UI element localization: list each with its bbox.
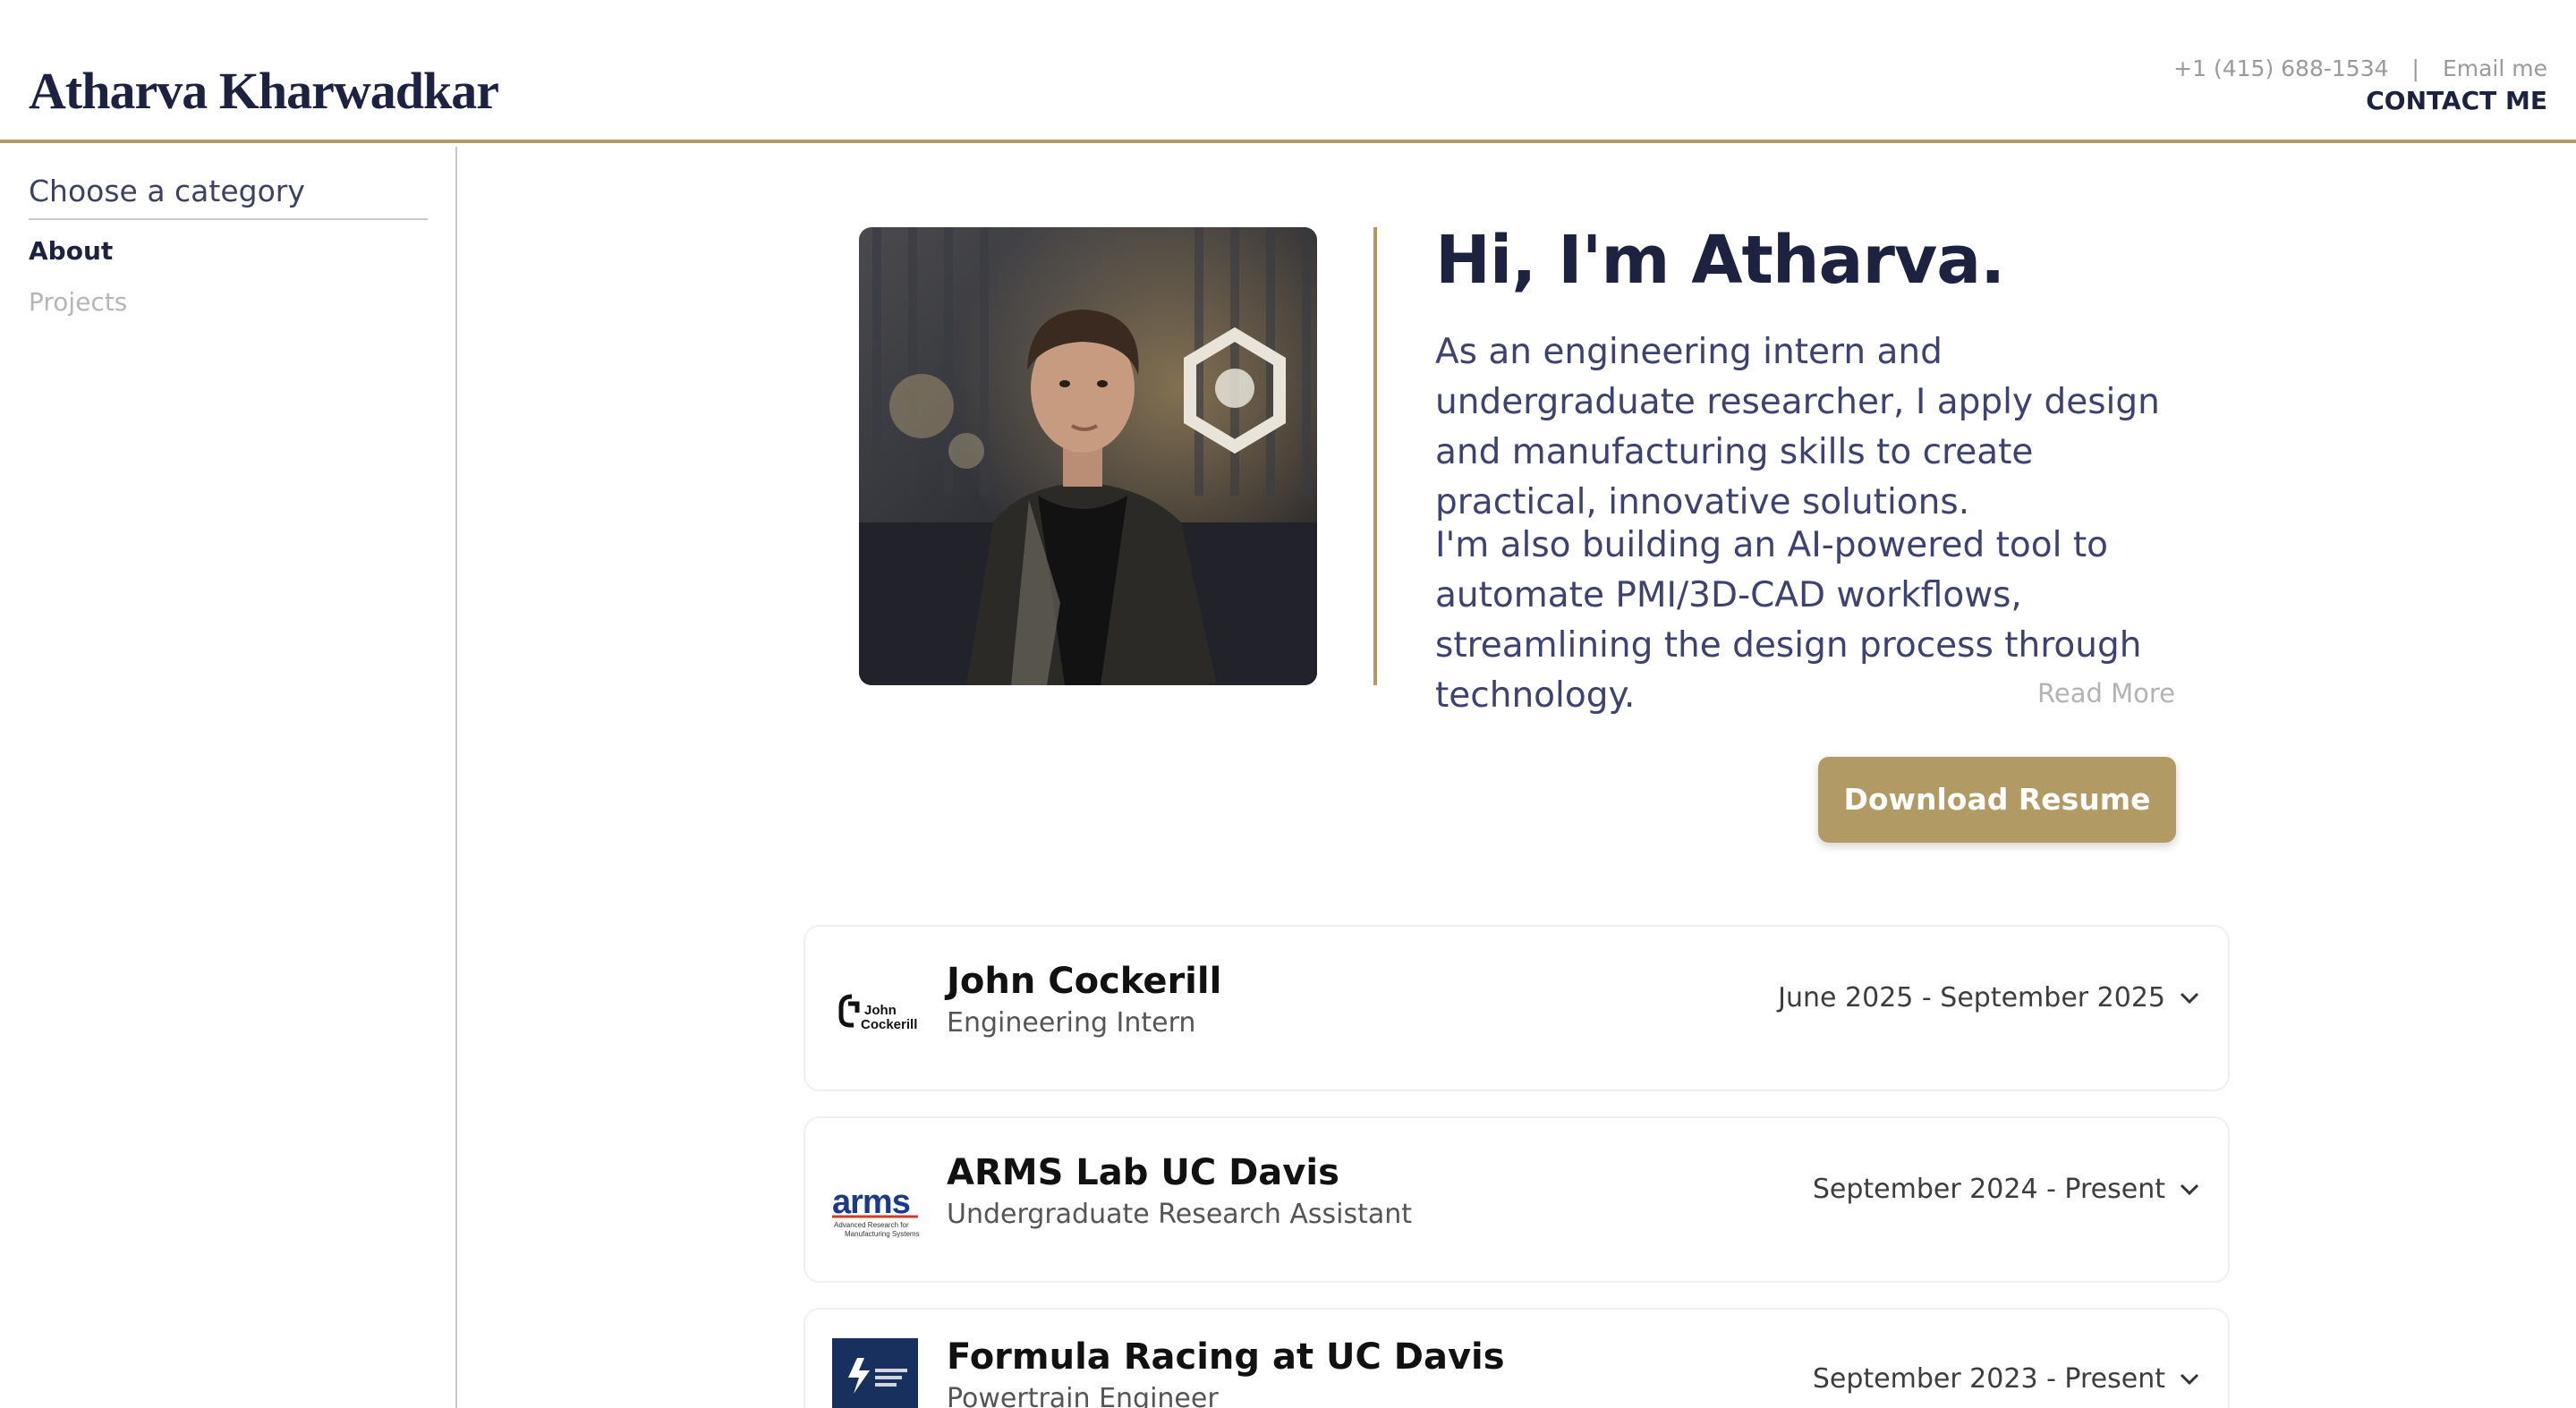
category-heading: Choose a category <box>29 174 305 208</box>
site-header: Atharva Kharwadkar +1 (415) 688-1534 | Ema… <box>0 0 2576 143</box>
chevron-down-icon[interactable] <box>2178 1177 2201 1200</box>
arms-lab-logo: arms Advanced Research for Manufacturing… <box>832 1172 922 1243</box>
chevron-down-icon[interactable] <box>2178 986 2201 1009</box>
john-cockerill-logo-word-1: John <box>864 1003 897 1018</box>
category-sidebar: Choose a category About Projects <box>0 147 457 1408</box>
experience-dates: September 2023 - Present <box>1812 1363 2165 1395</box>
experience-company: John Cockerill <box>947 961 1222 1002</box>
download-resume-button[interactable]: Download Resume <box>1818 757 2176 843</box>
experience-role: Engineering Intern <box>947 1007 1196 1039</box>
experience-role: Undergraduate Research Assistant <box>947 1199 1413 1230</box>
formula-racing-logo <box>832 1338 922 1408</box>
experience-role: Powertrain Engineer <box>947 1383 1219 1408</box>
hero-greeting: Hi, I'm Atharva. <box>1435 222 2005 299</box>
arms-lab-logo-tagline-2: Manufacturing Systems <box>845 1230 920 1238</box>
experience-card-john-cockerill[interactable]: John Cockerill John Cockerill Engineerin… <box>803 925 2230 1091</box>
arms-lab-logo-tagline-1: Advanced Research for <box>834 1221 909 1229</box>
hero-paragraph-1: As an engineering intern and undergradua… <box>1435 332 2160 522</box>
read-more-link[interactable]: Read More <box>2037 678 2175 708</box>
experience-dates: September 2024 - Present <box>1812 1174 2165 1205</box>
john-cockerill-logo: John Cockerill <box>832 980 922 1052</box>
experience-company: ARMS Lab UC Davis <box>947 1152 1339 1193</box>
john-cockerill-logo-word-2: Cockerill <box>861 1017 917 1032</box>
site-logo-name[interactable]: Atharva Kharwadkar <box>29 61 499 121</box>
experience-dates: June 2025 - September 2025 <box>1778 982 2165 1014</box>
email-link[interactable]: Email me <box>2443 55 2547 81</box>
contact-separator: | <box>2411 55 2419 81</box>
category-divider <box>29 218 428 220</box>
contact-me-link[interactable]: CONTACT ME <box>2366 86 2547 115</box>
contact-line: +1 (415) 688-1534 | Email me <box>2173 55 2547 81</box>
experience-card-formula-racing[interactable]: Formula Racing at UC Davis Powertrain En… <box>803 1308 2230 1408</box>
sidebar-item-about[interactable]: About <box>29 236 113 266</box>
profile-photo <box>859 227 1317 685</box>
experience-company: Formula Racing at UC Davis <box>947 1336 1505 1378</box>
phone-number[interactable]: +1 (415) 688-1534 <box>2173 55 2388 81</box>
chevron-down-icon[interactable] <box>2178 1367 2201 1390</box>
experience-card-arms-lab[interactable]: arms Advanced Research for Manufacturing… <box>803 1116 2230 1283</box>
sidebar-item-projects[interactable]: Projects <box>29 287 127 317</box>
hero-divider <box>1373 227 1377 685</box>
